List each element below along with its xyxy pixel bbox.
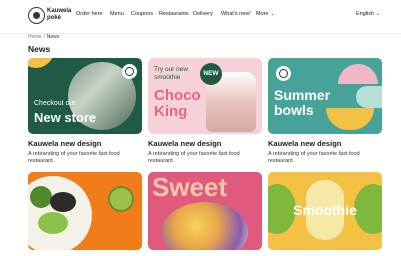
- card-heading-large: Sweet: [152, 172, 228, 202]
- brand-emblem-icon: [276, 66, 291, 81]
- nav-item-more[interactable]: More ⌄: [256, 11, 275, 17]
- nav-item-whats-new[interactable]: What's new!: [221, 11, 251, 17]
- nav-item-restaurants[interactable]: Restaurants: [159, 11, 189, 17]
- news-card-image-food-bowl[interactable]: [28, 172, 142, 250]
- page-title: News: [28, 44, 51, 54]
- pink-shape-decoration: [338, 64, 378, 84]
- card-heading-large: Choco King: [154, 87, 201, 120]
- card-heading-large: Summer bowls: [274, 87, 331, 118]
- greens-photo: [38, 212, 68, 234]
- avocado-photo: [30, 186, 52, 208]
- card-heading-large: Smoothie: [293, 202, 357, 218]
- news-card-title[interactable]: Kauwela new design: [148, 139, 221, 148]
- breadcrumb-current: News: [46, 34, 60, 40]
- card-heading-small: Checkout our: [34, 100, 76, 107]
- brand-logo-icon[interactable]: [28, 7, 45, 24]
- mint-shape-decoration: [356, 86, 382, 108]
- top-navigation-bar: Kauwela poké Order here Menu Coupons Res…: [0, 0, 401, 34]
- breadcrumb: Home / News: [28, 34, 59, 40]
- language-label: English: [356, 11, 375, 17]
- news-card-title[interactable]: Kauwela new design: [268, 139, 341, 148]
- breadcrumb-separator: /: [43, 34, 45, 40]
- nav-item-more-label: More: [256, 11, 269, 17]
- chevron-down-icon: ⌄: [270, 11, 275, 17]
- fruit-bowl-photo: [162, 202, 248, 250]
- nav-item-menu[interactable]: Menu: [110, 11, 124, 17]
- card-heading-large: New store: [34, 110, 97, 125]
- brand-name[interactable]: Kauwela poké: [47, 8, 77, 22]
- news-card-image-sweet[interactable]: Sweet: [148, 172, 262, 250]
- news-card-image-smoothie[interactable]: Smoothie: [268, 172, 382, 250]
- news-card-image-choco-king[interactable]: Try our new smoothie Choco King NEW: [148, 58, 262, 134]
- news-card-description: A rebranding of your favorite fast food …: [268, 151, 360, 164]
- news-card-image-summer-bowls[interactable]: Summer bowls: [268, 58, 382, 134]
- breadcrumb-home[interactable]: Home: [28, 34, 41, 40]
- nav-item-order-here[interactable]: Order here: [76, 11, 103, 17]
- brand-emblem-icon: [122, 64, 137, 79]
- news-card-title[interactable]: Kauwela new design: [28, 139, 101, 148]
- language-selector[interactable]: English ⌄: [356, 11, 380, 17]
- beans-photo: [50, 192, 76, 212]
- lime-drink-photo: [108, 186, 134, 212]
- chevron-down-icon: ⌄: [376, 11, 381, 17]
- new-badge: NEW: [200, 63, 222, 85]
- yellow-shape-decoration: [28, 58, 54, 68]
- news-card-description: A rebranding of your favorite fast food …: [148, 151, 240, 164]
- news-card-description: A rebranding of your favorite fast food …: [28, 151, 120, 164]
- nav-item-delivery[interactable]: Delivery: [193, 11, 213, 17]
- news-card-image-new-store[interactable]: Checkout our New store: [28, 58, 142, 134]
- card-intro-text: Try our new smoothie: [154, 66, 189, 81]
- nav-item-coupons[interactable]: Coupons: [131, 11, 153, 17]
